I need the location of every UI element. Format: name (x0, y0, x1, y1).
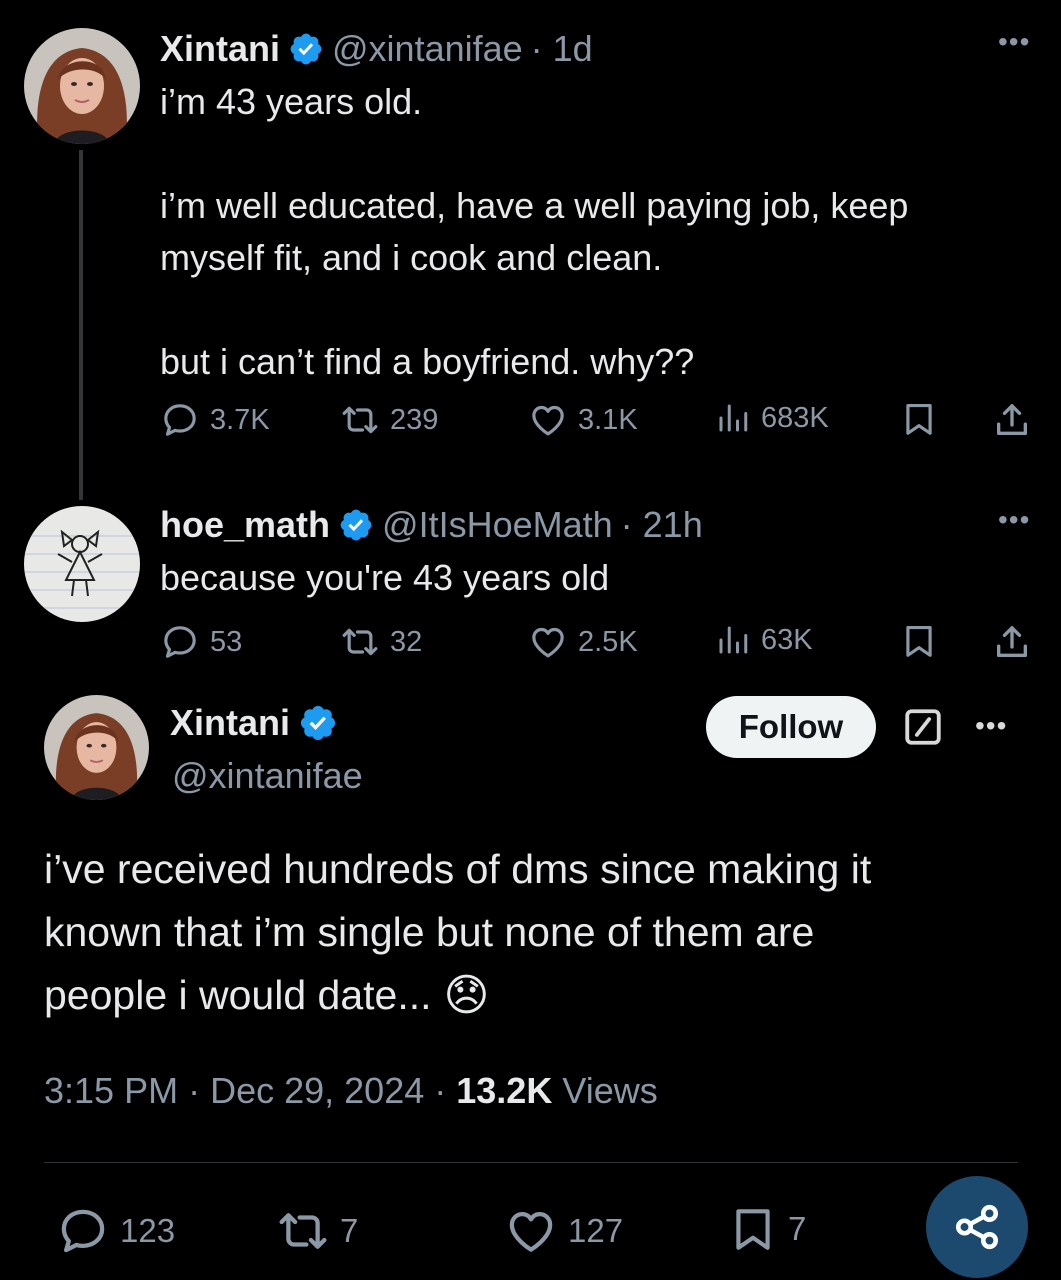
reply-bubble-icon (160, 622, 200, 662)
tweet1-actions: 3.7K 239 3.1K 683K (160, 400, 1040, 444)
views-label: Views (562, 1070, 658, 1111)
reply-button[interactable]: 3.7K (160, 400, 270, 440)
author-handle[interactable]: @xintanifae (172, 755, 363, 797)
tweet1-header: Xintani @xintanifae · 1d (160, 28, 593, 70)
author-name[interactable]: Xintani (160, 28, 280, 70)
main-author-row: Xintani (170, 702, 338, 744)
heart-icon (528, 400, 568, 440)
bookmark-button[interactable] (900, 400, 938, 438)
reply-bubble-icon (160, 400, 200, 440)
bookmark-icon (900, 622, 938, 660)
views-button[interactable]: 683K (715, 400, 829, 436)
tweet1-text: i’m 43 years old. i’m well educated, hav… (160, 76, 1020, 388)
tweet-line: i’m 43 years old. (160, 81, 423, 122)
tweet-time[interactable]: · 1d (531, 28, 593, 70)
like-button[interactable]: 2.5K (528, 622, 638, 662)
bookmark-button[interactable] (900, 622, 938, 660)
heart-icon (528, 622, 568, 662)
bookmark-icon (728, 1204, 778, 1254)
author-name[interactable]: Xintani (170, 702, 290, 744)
reply-count: 123 (120, 1212, 176, 1249)
verified-badge-icon (288, 31, 324, 67)
tweet-line: i’m well educated, have a well paying jo… (160, 185, 909, 226)
repost-count: 239 (390, 403, 439, 436)
reply-count: 3.7K (210, 403, 270, 436)
repost-arrows-icon (340, 622, 380, 662)
bookmark-count: 7 (788, 1210, 807, 1247)
share-upload-icon (992, 400, 1032, 440)
timestamp-row: 3:15 PM · Dec 29, 2024 · 13.2K Views (44, 1070, 658, 1111)
thread-connector-line (79, 150, 83, 500)
views-button[interactable]: 63K (715, 622, 813, 658)
views-count: 63K (761, 623, 813, 656)
repost-count: 7 (340, 1212, 359, 1249)
verified-badge-icon (298, 703, 338, 743)
like-button[interactable]: 3.1K (528, 400, 638, 440)
repost-arrows-icon (276, 1204, 330, 1258)
grok-slash-icon (902, 706, 944, 748)
disappointed-face-emoji: 😞 (443, 971, 490, 1020)
avatar-portrait-image (44, 695, 149, 800)
grok-button[interactable] (902, 706, 944, 753)
main-tweet-text: i’ve received hundreds of dms since maki… (44, 838, 1034, 1027)
views-count: 13.2K (456, 1070, 553, 1111)
post-date[interactable]: Dec 29, 2024 (210, 1070, 424, 1111)
share-button[interactable] (992, 400, 1032, 440)
share-nodes-icon (952, 1202, 1002, 1252)
like-count: 127 (568, 1212, 624, 1249)
avatar-hoe-math[interactable] (24, 506, 140, 622)
tweet-line: but i can’t find a boyfriend. why?? (160, 341, 695, 382)
tweet-time[interactable]: · 21h (621, 504, 703, 546)
share-upload-icon (992, 622, 1032, 662)
repost-button[interactable]: 32 (340, 622, 422, 662)
tweet-line: known that i’m single but none of them a… (44, 909, 815, 955)
like-count: 3.1K (578, 403, 638, 436)
repost-arrows-icon (340, 400, 380, 440)
author-handle[interactable]: @ItIsHoeMath (382, 504, 613, 546)
bookmark-icon (900, 400, 938, 438)
more-dots-icon[interactable]: ••• (975, 710, 1007, 742)
bookmark-button[interactable]: 7 (728, 1204, 806, 1254)
views-count: 683K (761, 401, 829, 434)
tweet2-text: because you're 43 years old (160, 557, 610, 598)
verified-badge-icon (338, 507, 374, 543)
tweet-line: myself fit, and i cook and clean. (160, 237, 663, 278)
share-button[interactable] (992, 622, 1032, 662)
like-button[interactable]: 127 (504, 1204, 623, 1258)
reply-bubble-icon (56, 1204, 110, 1258)
avatar-xintani-main[interactable] (44, 695, 149, 800)
author-handle[interactable]: @xintanifae (332, 28, 523, 70)
bar-chart-icon (715, 400, 751, 436)
reply-count: 53 (210, 625, 243, 658)
repost-button[interactable]: 239 (340, 400, 438, 440)
avatar-doodle-image (24, 506, 140, 622)
like-count: 2.5K (578, 625, 638, 658)
reply-button[interactable]: 53 (160, 622, 242, 662)
tweet2-actions: 53 32 2.5K 63K (160, 622, 1040, 666)
divider (44, 1162, 1018, 1163)
more-dots-icon[interactable]: ••• (998, 504, 1030, 536)
tweet2-header: hoe_math @ItIsHoeMath · 21h (160, 504, 703, 546)
repost-count: 32 (390, 625, 423, 658)
bar-chart-icon (715, 622, 751, 658)
avatar-portrait-image (24, 28, 140, 144)
main-actions: 123 7 127 7 (44, 1200, 1034, 1260)
post-time[interactable]: 3:15 PM (44, 1070, 178, 1111)
avatar-xintani[interactable] (24, 28, 140, 144)
repost-button[interactable]: 7 (276, 1204, 358, 1258)
more-dots-icon[interactable]: ••• (998, 26, 1030, 58)
author-name[interactable]: hoe_math (160, 504, 330, 546)
reply-button[interactable]: 123 (56, 1204, 175, 1258)
share-fab-button[interactable] (926, 1176, 1028, 1278)
tweet-line: i’ve received hundreds of dms since maki… (44, 846, 872, 892)
tweet-line: people i would date... (44, 972, 432, 1018)
follow-label: Follow (738, 708, 844, 745)
heart-icon (504, 1204, 558, 1258)
follow-button[interactable]: Follow (706, 696, 876, 758)
